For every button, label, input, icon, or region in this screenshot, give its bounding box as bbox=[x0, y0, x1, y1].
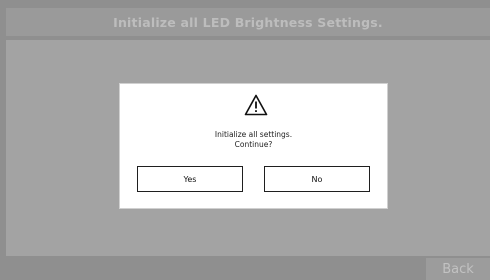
no-button[interactable]: No bbox=[264, 166, 370, 192]
warning-icon bbox=[244, 94, 268, 116]
dialog-message: Initialize all settings. Continue? bbox=[120, 130, 387, 150]
page-title: Initialize all LED Brightness Settings. bbox=[113, 14, 383, 30]
yes-button[interactable]: Yes bbox=[137, 166, 243, 192]
back-button[interactable]: Back bbox=[426, 258, 490, 280]
footer-bar bbox=[0, 258, 490, 280]
confirm-dialog: Initialize all settings. Continue? Yes N… bbox=[120, 84, 387, 208]
dialog-message-line-1: Initialize all settings. bbox=[214, 130, 293, 139]
dialog-message-line-2: Continue? bbox=[234, 140, 273, 149]
header-bar: Initialize all LED Brightness Settings. bbox=[6, 8, 490, 36]
